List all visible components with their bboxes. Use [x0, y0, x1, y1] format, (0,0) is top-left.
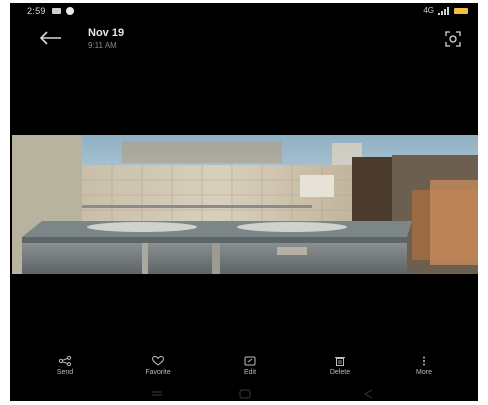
delete-label: Delete [329, 369, 351, 376]
more-label: More [416, 369, 432, 376]
recents-icon[interactable] [150, 389, 164, 399]
status-right: 4G [423, 6, 468, 15]
trash-icon [335, 357, 345, 366]
edit-button[interactable]: Edit [226, 356, 274, 376]
notification-icon [52, 8, 61, 14]
home-icon[interactable] [238, 389, 252, 399]
share-icon [59, 356, 71, 366]
photo-date: Nov 19 [88, 27, 125, 39]
signal-icon [438, 6, 449, 15]
send-label: Send [56, 369, 74, 376]
more-icon [423, 356, 425, 366]
favorite-label: Favorite [145, 369, 171, 376]
heart-icon [152, 356, 164, 366]
lens-icon[interactable] [445, 31, 461, 47]
status-time: 2:59 [27, 6, 46, 16]
back-arrow-icon[interactable] [38, 29, 64, 47]
network-label: 4G [423, 6, 434, 15]
edit-icon [244, 356, 256, 366]
photo-image[interactable] [12, 135, 478, 274]
favorite-button[interactable]: Favorite [134, 356, 182, 376]
status-bar: 2:59 4G [10, 3, 478, 19]
notification-dot-icon [66, 7, 74, 15]
nav-back-icon[interactable] [362, 389, 376, 399]
delete-button[interactable]: Delete [316, 356, 364, 376]
system-nav-bar [10, 387, 478, 401]
action-bar: Send Favorite Edit Delete More [10, 356, 478, 382]
edit-label: Edit [243, 369, 257, 376]
more-button[interactable]: More [400, 356, 448, 376]
send-button[interactable]: Send [41, 356, 89, 376]
battery-icon [454, 7, 468, 14]
top-bar: Nov 19 9:11 AM [10, 21, 478, 57]
photo-viewer-screen: 2:59 4G Nov 19 9:11 AM Send Favorite Edi… [10, 3, 478, 401]
photo-time: 9:11 AM [88, 41, 117, 50]
